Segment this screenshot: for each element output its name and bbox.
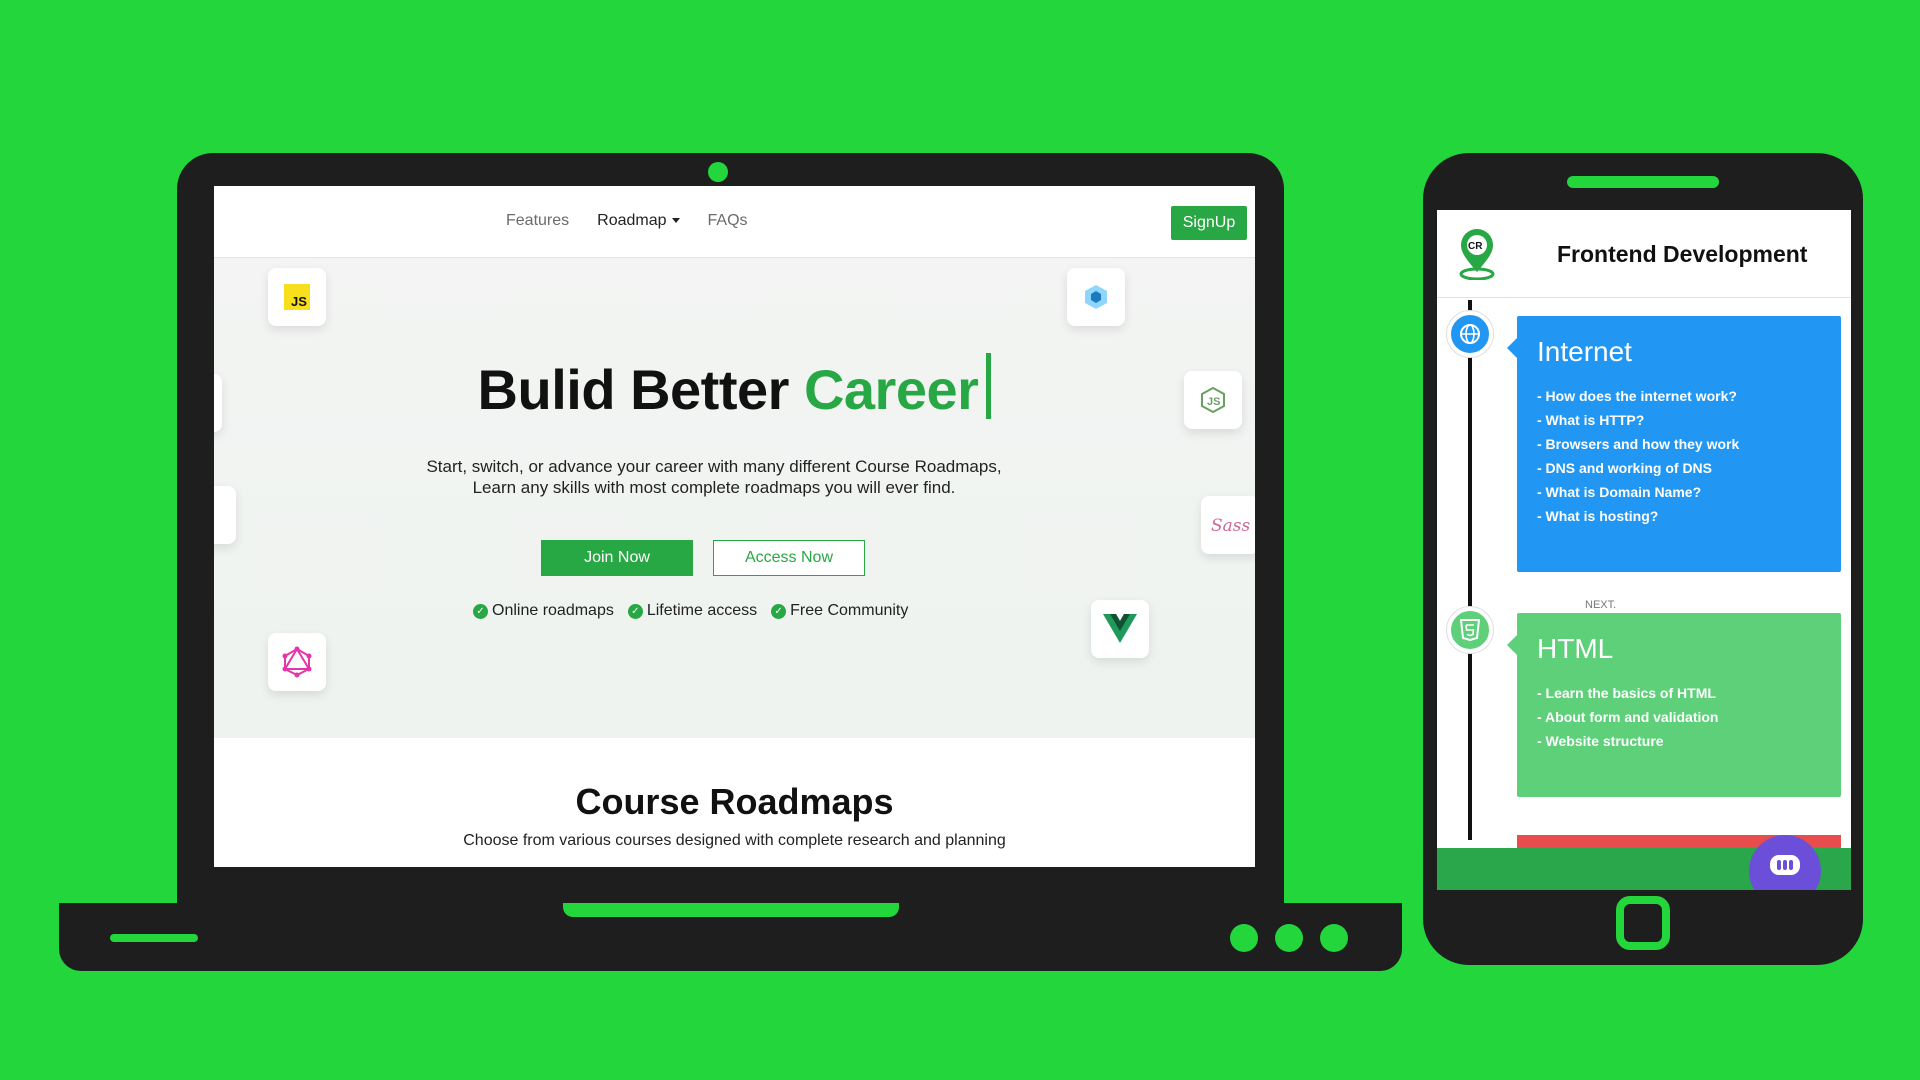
feature-online-roadmaps: ✓ Online roadmaps: [473, 602, 614, 620]
hero-title-accent: Career: [803, 358, 979, 421]
nav-link-features[interactable]: Features: [506, 212, 569, 230]
laptop-base: [59, 903, 1402, 971]
phone-screen: CR Frontend Development Internet - How d…: [1437, 210, 1851, 890]
nav-link-faqs[interactable]: FAQs: [708, 212, 748, 230]
card-topic[interactable]: - What is HTTP?: [1537, 408, 1841, 432]
card-topic-list: - Learn the basics of HTML - About form …: [1537, 681, 1841, 753]
feature-free-community: ✓ Free Community: [771, 602, 908, 620]
svg-text:JS: JS: [291, 294, 307, 309]
laptop-indicator-dot: [1230, 924, 1258, 952]
laptop-camera: [708, 162, 728, 182]
check-icon: ✓: [473, 603, 488, 619]
card-title: HTML: [1537, 633, 1614, 664]
card-title: Internet: [1537, 336, 1632, 367]
laptop: Features Roadmap FAQs SignUp Bulid Bette…: [177, 153, 1284, 905]
check-icon: ✓: [771, 603, 787, 619]
app-header: CR Frontend Development: [1437, 210, 1851, 298]
join-now-button[interactable]: Join Now: [541, 540, 693, 576]
vue-tile: [1091, 600, 1149, 658]
map-pin-logo-icon: CR: [1459, 229, 1495, 280]
feature-label: Free Community: [790, 602, 909, 619]
nodejs-tile: JS: [1184, 371, 1242, 429]
feature-lifetime-access: ✓ Lifetime access: [627, 602, 758, 620]
internet-card[interactable]: Internet - How does the internet work? -…: [1507, 316, 1841, 572]
card-topic[interactable]: - What is hosting?: [1537, 504, 1841, 528]
laptop-screen: Features Roadmap FAQs SignUp Bulid Bette…: [214, 186, 1255, 867]
next-watermark: NEXT.: [1585, 599, 1617, 611]
sass-tile: Sass: [1201, 496, 1255, 554]
site-navbar: Features Roadmap FAQs SignUp: [214, 186, 1255, 258]
hero-features: ✓ Online roadmaps ✓ Lifetime access ✓ Free …: [473, 602, 908, 620]
phone-speaker: [1567, 176, 1719, 188]
app-title: Frontend Development: [1557, 241, 1808, 267]
svg-text:Sass: Sass: [1211, 516, 1250, 536]
webpack-tile: [1067, 268, 1125, 326]
internet-node[interactable]: [1447, 311, 1493, 357]
feature-label: Lifetime access: [646, 602, 758, 619]
hero-title-part1: Bulid Better: [477, 358, 790, 421]
svg-text:JS: JS: [1207, 396, 1220, 408]
partial-tile: [214, 374, 222, 432]
nav-link-roadmap-label: Roadmap: [597, 212, 667, 229]
typing-cursor: [986, 353, 992, 419]
card-topic[interactable]: - About form and validation: [1537, 705, 1841, 729]
graphql-icon: [282, 646, 312, 678]
section-title: Course Roadmaps: [575, 781, 894, 822]
vue-icon: [1103, 614, 1137, 643]
signup-button[interactable]: SignUp: [1171, 206, 1247, 240]
hero-section: Bulid Better Career Start, switch, or ad…: [214, 258, 1255, 738]
card-topic-list: - How does the internet work? - What is …: [1537, 384, 1841, 528]
card-topic[interactable]: - Browsers and how they work: [1537, 432, 1841, 456]
phone: CR Frontend Development Internet - How d…: [1423, 153, 1863, 965]
laptop-indicator-dot: [1275, 924, 1303, 952]
access-now-button[interactable]: Access Now: [713, 540, 865, 576]
check-icon: ✓: [627, 603, 643, 619]
webpack-icon: [1085, 285, 1107, 309]
html-card[interactable]: HTML - Learn the basics of HTML - About …: [1507, 613, 1841, 797]
card-topic[interactable]: - Website structure: [1537, 729, 1841, 753]
chat-icon: [1770, 855, 1800, 875]
card-topic[interactable]: - DNS and working of DNS: [1537, 456, 1841, 480]
section-subtitle: Choose from various courses designed wit…: [463, 832, 1006, 849]
timeline-line: [1468, 300, 1472, 840]
nodejs-icon: JS: [1201, 386, 1225, 414]
html-node[interactable]: [1447, 607, 1493, 653]
nav-link-roadmap[interactable]: Roadmap: [597, 212, 680, 230]
card-topic[interactable]: - What is Domain Name?: [1537, 480, 1841, 504]
laptop-slot: [110, 934, 198, 942]
graphql-tile: [268, 633, 326, 691]
hero-subtitle: Start, switch, or advance your career wi…: [426, 457, 1002, 497]
html5-icon: [1460, 619, 1480, 641]
partial-tile: [214, 486, 236, 544]
globe-icon: [1460, 324, 1480, 344]
javascript-tile: JS: [268, 268, 326, 326]
hero-title: Bulid Better Career: [214, 353, 1255, 422]
nav-links: Features Roadmap FAQs: [506, 212, 748, 230]
caret-down-icon: [671, 218, 680, 224]
phone-home-button[interactable]: [1616, 896, 1670, 950]
card-topic[interactable]: - How does the internet work?: [1537, 384, 1841, 408]
javascript-icon: JS: [284, 284, 310, 310]
sass-icon: Sass: [1211, 516, 1250, 536]
laptop-hinge: [563, 903, 899, 917]
svg-text:CR: CR: [1468, 241, 1483, 252]
feature-label: Online roadmaps: [492, 602, 614, 619]
laptop-indicator-dot: [1320, 924, 1348, 952]
card-topic[interactable]: - Learn the basics of HTML: [1537, 681, 1841, 705]
